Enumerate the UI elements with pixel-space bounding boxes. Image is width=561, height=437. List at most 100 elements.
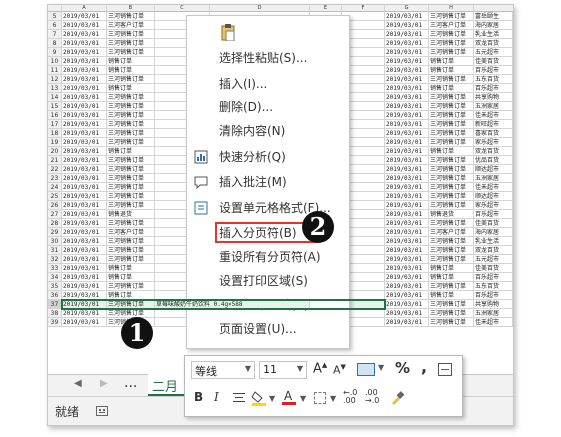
table-cell[interactable]: 2019/03/01 <box>62 192 107 201</box>
table-cell[interactable]: 三河销售订单 <box>107 300 155 309</box>
table-cell[interactable]: 2019/03/01 <box>62 111 107 120</box>
table-cell[interactable]: 2019/03/01 <box>62 138 107 147</box>
table-cell[interactable]: 2019/03/01 <box>385 201 429 210</box>
menu-item-reset-page-breaks[interactable]: 重设所有分页符(A) <box>187 246 349 268</box>
table-cell[interactable]: 2019/03/01 <box>62 102 107 111</box>
table-cell[interactable]: 销售订单 <box>107 273 155 282</box>
table-cell[interactable]: 三河销售订单 <box>107 174 155 183</box>
row-number[interactable]: 6 <box>48 21 62 30</box>
table-cell[interactable]: 2019/03/01 <box>385 228 429 237</box>
decrease-decimal-icon[interactable]: .00 →.0 <box>365 389 379 405</box>
table-cell[interactable]: 百乐超市 <box>474 66 513 75</box>
column-header-f[interactable]: F <box>342 5 385 12</box>
cell-styles-icon[interactable] <box>357 363 375 376</box>
cell-styles-dropdown-icon[interactable]: ▼ <box>378 363 384 372</box>
table-cell[interactable]: 家乐超市 <box>474 201 513 210</box>
table-cell[interactable]: 销售订单 <box>107 84 155 93</box>
table-cell[interactable]: 共享购物 <box>474 300 513 309</box>
table-cell[interactable]: 销售订单 <box>429 291 474 300</box>
scroll-left-icon[interactable]: ◀ <box>74 378 82 389</box>
table-cell[interactable]: 2019/03/01 <box>385 309 429 318</box>
table-cell[interactable]: 顺达超市 <box>474 192 513 201</box>
table-cell[interactable]: 三河销售订单 <box>107 165 155 174</box>
table-cell[interactable]: 销售订单 <box>107 57 155 66</box>
table-cell[interactable]: 三河客户订单 <box>107 21 155 30</box>
table-cell[interactable]: 双龙百货 <box>474 147 513 156</box>
table-cell[interactable]: 三河销售订单 <box>107 183 155 192</box>
table-cell[interactable]: 三河销售订单 <box>107 75 155 84</box>
row-number[interactable]: 7 <box>48 30 62 39</box>
row-number[interactable]: 5 <box>48 12 62 21</box>
table-cell[interactable]: 三河销售订单 <box>107 156 155 165</box>
macro-record-icon[interactable] <box>96 406 108 416</box>
table-cell[interactable]: 2019/03/01 <box>385 318 429 327</box>
row-number[interactable]: 31 <box>48 246 62 255</box>
table-cell[interactable]: 三河销售订单 <box>429 138 474 147</box>
table-cell[interactable]: 三河销售订单 <box>429 183 474 192</box>
row-number[interactable]: 28 <box>48 219 62 228</box>
table-cell[interactable]: 2019/03/01 <box>385 165 429 174</box>
table-cell[interactable]: 2019/03/01 <box>385 282 429 291</box>
table-cell[interactable]: 2019/03/01 <box>62 48 107 57</box>
table-cell[interactable]: 2019/03/01 <box>385 66 429 75</box>
menu-item-quick-analysis[interactable]: 快速分析(Q) <box>187 146 349 168</box>
column-header-g[interactable]: G <box>385 5 429 12</box>
table-cell[interactable]: 五洲家居 <box>474 102 513 111</box>
table-cell[interactable]: 顺达超市 <box>474 165 513 174</box>
table-cell[interactable]: 三河销售订单 <box>107 255 155 264</box>
row-number[interactable]: 22 <box>48 165 62 174</box>
table-cell[interactable]: 新旺超市 <box>474 120 513 129</box>
table-cell[interactable]: 三河销售订单 <box>429 12 474 21</box>
align-center-icon[interactable] <box>233 393 245 404</box>
table-cell[interactable]: 2019/03/01 <box>385 156 429 165</box>
font-dropdown-icon[interactable]: ▼ <box>245 364 251 373</box>
table-cell[interactable]: 2019/03/01 <box>385 12 429 21</box>
format-painter-icon[interactable] <box>389 390 405 406</box>
table-cell[interactable]: 2019/03/01 <box>62 318 107 327</box>
table-cell[interactable]: 富岳颐生 <box>474 12 513 21</box>
table-cell[interactable]: 三河销售订单 <box>429 129 474 138</box>
table-cell[interactable]: 三河销售订单 <box>429 309 474 318</box>
row-number[interactable]: 33 <box>48 264 62 273</box>
table-cell[interactable]: 2019/03/01 <box>62 273 107 282</box>
table-cell[interactable]: 喜家百货 <box>474 129 513 138</box>
table-cell[interactable]: 2019/03/01 <box>62 57 107 66</box>
comma-style-button[interactable]: , <box>421 357 427 376</box>
italic-button[interactable]: I <box>214 390 219 404</box>
table-cell[interactable]: 2019/03/01 <box>385 237 429 246</box>
table-cell[interactable]: 三河销售订单 <box>107 282 155 291</box>
table-cell[interactable]: 销售订单 <box>107 291 155 300</box>
table-cell[interactable]: 五东百货 <box>474 75 513 84</box>
table-cell[interactable]: 家乐超市 <box>474 138 513 147</box>
table-cell[interactable]: 2019/03/01 <box>385 93 429 102</box>
row-number[interactable]: 32 <box>48 255 62 264</box>
table-cell[interactable]: 三河客户订单 <box>107 228 155 237</box>
table-cell[interactable]: 乳业生活 <box>474 30 513 39</box>
table-cell[interactable]: 2019/03/01 <box>62 120 107 129</box>
row-number[interactable]: 10 <box>48 57 62 66</box>
table-cell[interactable]: 2019/03/01 <box>385 21 429 30</box>
table-cell[interactable]: 三河销售订单 <box>429 192 474 201</box>
column-header-c[interactable]: C <box>155 5 210 12</box>
table-cell[interactable]: 三河销售订单 <box>107 48 155 57</box>
table-cell[interactable]: 2019/03/01 <box>385 30 429 39</box>
table-cell[interactable]: 三河销售订单 <box>429 93 474 102</box>
table-cell[interactable]: 销售订单 <box>429 147 474 156</box>
table-cell[interactable]: 2019/03/01 <box>62 246 107 255</box>
table-cell[interactable]: 2019/03/01 <box>385 219 429 228</box>
column-header-a[interactable]: A <box>62 5 107 12</box>
table-cell[interactable]: 百乐超市 <box>474 84 513 93</box>
table-cell[interactable]: 优品百货 <box>474 156 513 165</box>
table-cell[interactable]: 三河销售订单 <box>107 120 155 129</box>
table-cell[interactable]: 三河销售订单 <box>107 219 155 228</box>
table-cell[interactable]: 销售订单 <box>107 66 155 75</box>
row-number[interactable]: 20 <box>48 147 62 156</box>
table-cell[interactable]: 佳美百货 <box>474 219 513 228</box>
table-cell[interactable]: 2019/03/01 <box>385 273 429 282</box>
table-cell[interactable]: 2019/03/01 <box>385 138 429 147</box>
column-header-h[interactable]: H <box>429 5 474 12</box>
table-cell[interactable]: 双龙百货 <box>474 246 513 255</box>
table-cell[interactable]: 销售退货 <box>107 210 155 219</box>
table-cell[interactable]: 三河销售订单 <box>429 30 474 39</box>
row-number[interactable]: 19 <box>48 138 62 147</box>
